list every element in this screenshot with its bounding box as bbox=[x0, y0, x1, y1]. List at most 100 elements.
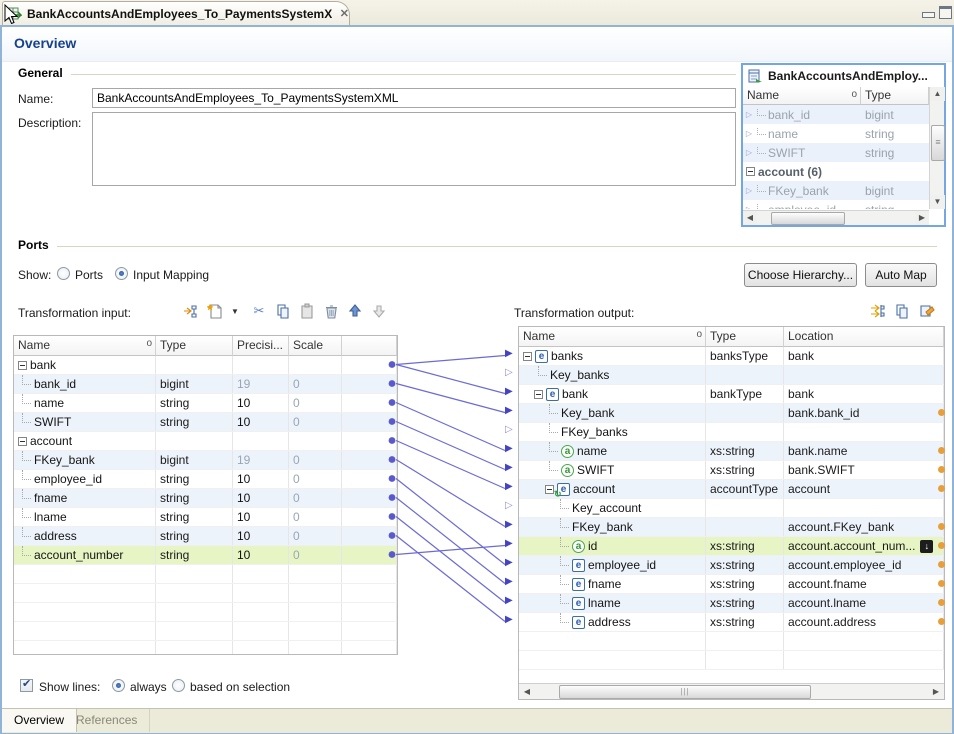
scrollbar-thumb[interactable] bbox=[559, 685, 811, 699]
show-lines-label[interactable]: Show lines: bbox=[39, 680, 100, 694]
new-port-icon[interactable] bbox=[206, 302, 224, 320]
tab-references[interactable]: References bbox=[64, 709, 150, 732]
ports-radio[interactable] bbox=[57, 267, 70, 280]
output-port-row[interactable]: efnamexs:stringaccount.fname bbox=[519, 575, 944, 594]
output-port-row[interactable]: ebanksbanksTypebank bbox=[519, 347, 944, 366]
output-port-row[interactable]: aidxs:stringaccount.account_num...↓ bbox=[519, 537, 944, 556]
scroll-down-icon[interactable]: ▼ bbox=[930, 195, 945, 209]
scrollbar-thumb[interactable] bbox=[771, 212, 845, 225]
scroll-left-icon[interactable]: ◀ bbox=[520, 685, 534, 698]
input-port-row[interactable]: namestring100 bbox=[14, 394, 397, 413]
collapse-toggle-icon[interactable] bbox=[523, 352, 532, 361]
hierarchy-row[interactable]: ▷SWIFTstring bbox=[743, 143, 930, 162]
scroll-right-icon[interactable]: ▶ bbox=[929, 685, 943, 698]
new-port-menu-icon[interactable]: ▼ bbox=[226, 302, 244, 320]
clear-mapping-icon[interactable] bbox=[917, 302, 935, 320]
collapse-toggle-icon[interactable] bbox=[746, 167, 755, 176]
input-port-row[interactable]: bank_idbigint190 bbox=[14, 375, 397, 394]
collapse-toggle-icon[interactable] bbox=[18, 437, 27, 446]
hierarchy-col-type[interactable]: Type bbox=[861, 87, 929, 105]
output-col-location[interactable]: Location bbox=[784, 327, 944, 347]
auto-map-button[interactable]: Auto Map bbox=[865, 263, 937, 287]
input-col-scale[interactable]: Scale bbox=[289, 336, 342, 356]
input-port-row[interactable]: bank bbox=[14, 356, 397, 375]
collapse-toggle-icon[interactable] bbox=[18, 361, 27, 370]
hierarchy-preview-panel[interactable]: BankAccountsAndEmploy... Name o Type ▷ba… bbox=[741, 63, 946, 227]
editor-tab[interactable]: BankAccountsAndEmployees_To_PaymentsSyst… bbox=[2, 1, 350, 25]
output-port-row[interactable]: elnamexs:stringaccount.lname bbox=[519, 594, 944, 613]
input-port-row[interactable]: lnamestring100 bbox=[14, 508, 397, 527]
tree-line-icon bbox=[22, 489, 31, 499]
delete-icon[interactable] bbox=[322, 302, 340, 320]
input-port-row[interactable]: addressstring100 bbox=[14, 527, 397, 546]
hierarchy-row[interactable]: ▷employee_idstring bbox=[743, 200, 930, 209]
input-port-row[interactable]: fnamestring100 bbox=[14, 489, 397, 508]
based-on-selection-radio[interactable] bbox=[172, 679, 185, 692]
hierarchy-row[interactable]: ▷namestring bbox=[743, 124, 930, 143]
output-port-row[interactable]: e↻accountaccountTypeaccount bbox=[519, 480, 944, 499]
input-port-row[interactable]: SWIFTstring100 bbox=[14, 413, 397, 432]
move-down-icon[interactable] bbox=[370, 302, 388, 320]
hierarchy-horizontal-scrollbar[interactable]: ◀ ▶ bbox=[743, 210, 929, 225]
output-col-type[interactable]: Type bbox=[706, 327, 784, 347]
minimize-view-icon[interactable] bbox=[922, 12, 935, 18]
expand-arrow-icon[interactable]: ▷ bbox=[743, 110, 755, 119]
based-on-selection-radio-label[interactable]: based on selection bbox=[190, 680, 290, 694]
input-port-row[interactable]: FKey_bankbigint190 bbox=[14, 451, 397, 470]
general-section-header: General bbox=[18, 66, 736, 80]
always-radio[interactable] bbox=[112, 679, 125, 692]
ports-radio-label[interactable]: Ports bbox=[75, 268, 103, 282]
output-col-name[interactable]: Name o bbox=[519, 327, 706, 347]
output-port-row[interactable]: ebankbankTypebank bbox=[519, 385, 944, 404]
input-col-precision[interactable]: Precisi... bbox=[233, 336, 289, 356]
input-mapping-radio-label[interactable]: Input Mapping bbox=[133, 268, 209, 282]
maximize-view-icon[interactable] bbox=[939, 6, 952, 19]
output-port-row[interactable]: FKey_bankaccount.FKey_bank bbox=[519, 518, 944, 537]
show-lines-checkbox[interactable] bbox=[20, 679, 33, 692]
copy-icon[interactable] bbox=[274, 302, 292, 320]
input-col-type[interactable]: Type bbox=[156, 336, 233, 356]
description-input[interactable] bbox=[92, 112, 736, 186]
scroll-up-icon[interactable]: ▲ bbox=[930, 87, 945, 101]
copy-icon[interactable] bbox=[893, 302, 911, 320]
map-ports-icon[interactable] bbox=[869, 302, 887, 320]
input-mapping-radio[interactable] bbox=[115, 267, 128, 280]
output-port-row[interactable]: eaddressxs:stringaccount.address bbox=[519, 613, 944, 632]
output-port-row[interactable]: anamexs:stringbank.name bbox=[519, 442, 944, 461]
output-port-row[interactable]: Key_banks bbox=[519, 366, 944, 385]
move-up-icon[interactable] bbox=[346, 302, 364, 320]
expand-arrow-icon[interactable]: ▷ bbox=[743, 186, 755, 195]
add-ports-icon[interactable] bbox=[182, 302, 200, 320]
output-horizontal-scrollbar[interactable]: ◀ ▶ bbox=[519, 683, 944, 699]
output-port-row[interactable]: eemployee_idxs:stringaccount.employee_id bbox=[519, 556, 944, 575]
input-port-row[interactable]: account bbox=[14, 432, 397, 451]
output-port-row[interactable]: Key_bankbank.bank_id bbox=[519, 404, 944, 423]
tab-close-icon[interactable]: ✕ bbox=[340, 7, 349, 20]
collapse-toggle-icon[interactable] bbox=[545, 485, 554, 494]
output-port-row[interactable]: Key_account bbox=[519, 499, 944, 518]
tree-line-icon bbox=[757, 108, 766, 117]
paste-icon[interactable] bbox=[298, 302, 316, 320]
input-port-row[interactable]: account_numberstring100 bbox=[14, 546, 397, 565]
output-port-row[interactable]: aSWIFTxs:stringbank.SWIFT bbox=[519, 461, 944, 480]
output-port-row[interactable]: FKey_banks bbox=[519, 423, 944, 442]
scroll-right-icon[interactable]: ▶ bbox=[915, 211, 929, 225]
always-radio-label[interactable]: always bbox=[130, 680, 167, 694]
expand-arrow-icon[interactable]: ▷ bbox=[743, 129, 755, 138]
input-col-name[interactable]: Name o bbox=[14, 336, 156, 356]
input-port-row[interactable]: employee_idstring100 bbox=[14, 470, 397, 489]
element-icon: e bbox=[572, 559, 585, 572]
hierarchy-row[interactable]: account (6) bbox=[743, 162, 930, 181]
hierarchy-row[interactable]: ▷FKey_bankbigint bbox=[743, 181, 930, 200]
choose-hierarchy-button[interactable]: Choose Hierarchy... bbox=[744, 263, 857, 287]
scrollbar-thumb[interactable] bbox=[931, 125, 945, 161]
collapse-toggle-icon[interactable] bbox=[534, 390, 543, 399]
expand-arrow-icon[interactable]: ▷ bbox=[743, 148, 755, 157]
hierarchy-vertical-scrollbar[interactable]: ▲ ▼ bbox=[929, 87, 944, 209]
name-input[interactable] bbox=[92, 88, 736, 108]
hierarchy-row[interactable]: ▷bank_idbigint bbox=[743, 105, 930, 124]
scroll-left-icon[interactable]: ◀ bbox=[743, 211, 757, 225]
expand-arrow-icon[interactable]: ▷ bbox=[743, 205, 755, 209]
cut-icon[interactable]: ✂ bbox=[250, 302, 268, 320]
hierarchy-col-name[interactable]: Name o bbox=[743, 87, 861, 105]
